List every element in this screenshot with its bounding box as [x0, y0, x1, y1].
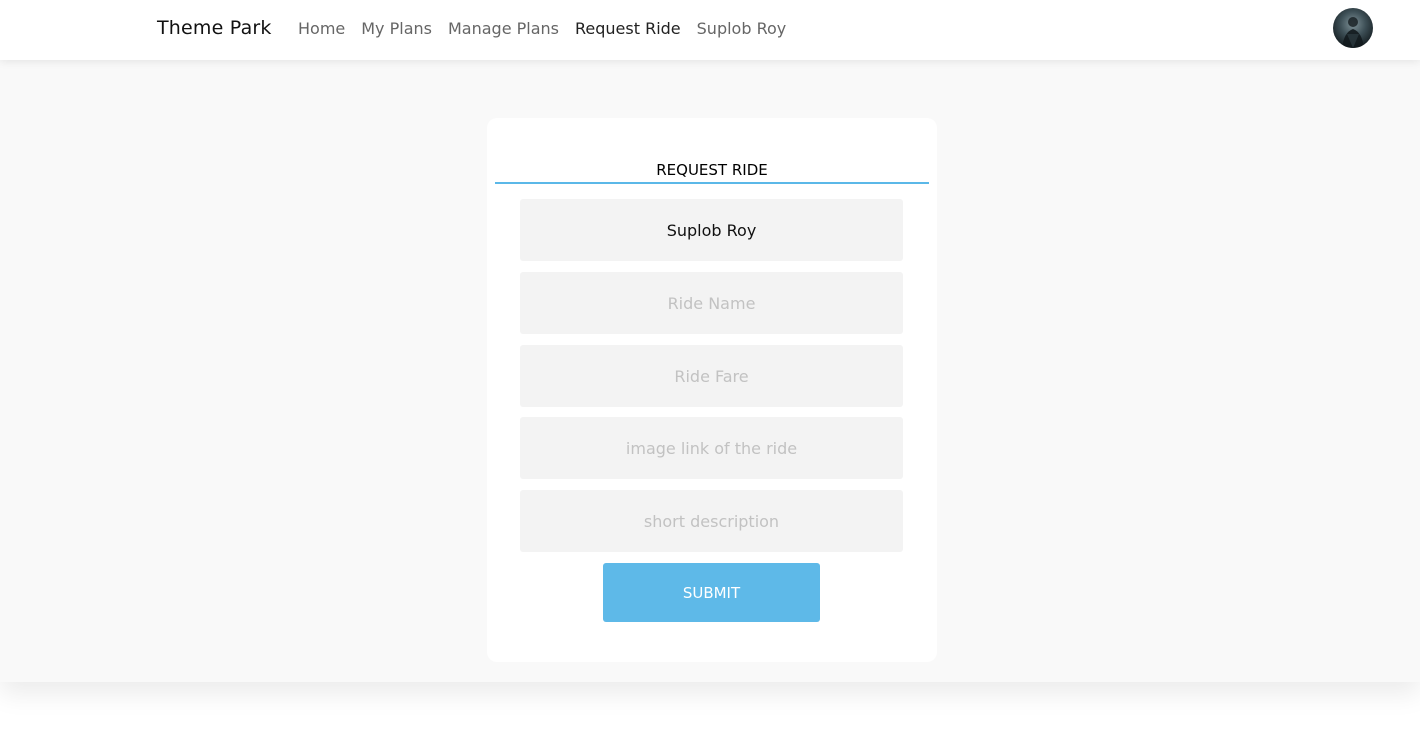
- ride-fare-input[interactable]: [520, 345, 903, 407]
- nav-link-home[interactable]: Home: [298, 19, 345, 38]
- nav-link-manage-plans[interactable]: Manage Plans: [448, 19, 559, 38]
- avatar-figure-icon: [1342, 17, 1364, 48]
- user-name-field[interactable]: [520, 199, 903, 261]
- nav-links: Home My Plans Manage Plans Request Ride …: [298, 19, 802, 38]
- form-title: REQUEST RIDE: [495, 160, 929, 184]
- user-avatar-icon[interactable]: [1333, 8, 1373, 48]
- nav-link-my-plans[interactable]: My Plans: [361, 19, 432, 38]
- brand-logo[interactable]: Theme Park: [157, 17, 272, 39]
- short-description-input[interactable]: [520, 490, 903, 552]
- top-navbar: Theme Park Home My Plans Manage Plans Re…: [0, 0, 1420, 60]
- nav-link-request-ride[interactable]: Request Ride: [575, 19, 681, 38]
- image-link-input[interactable]: [520, 417, 903, 479]
- main-content: REQUEST RIDE SUBMIT: [0, 60, 1420, 682]
- nav-link-user-name[interactable]: Suplob Roy: [697, 19, 787, 38]
- ride-name-input[interactable]: [520, 272, 903, 334]
- request-ride-form: REQUEST RIDE SUBMIT: [487, 118, 937, 662]
- submit-button[interactable]: SUBMIT: [603, 563, 820, 622]
